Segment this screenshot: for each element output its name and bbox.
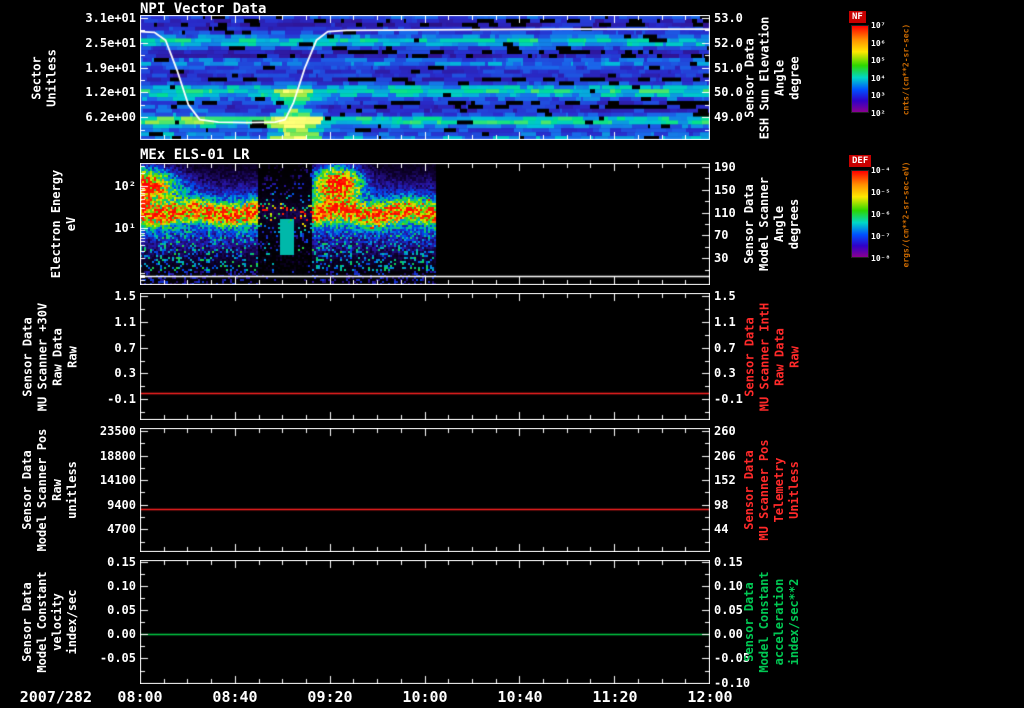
- panel5-left-axis-title-line: Sensor Data: [20, 582, 34, 662]
- panel4-left-axis-title-line: Sensor Data: [20, 450, 34, 530]
- panel4-left-axis-title-line: Model Scanner Pos: [35, 428, 49, 552]
- panel5-left-axis-title-line: index/sec: [65, 589, 79, 655]
- panel3-left-axis-title-line: Sensor Data: [20, 316, 34, 397]
- panel4-left-axis-title-line: unitless: [65, 461, 79, 519]
- panel1-left-axis-title: Sector Unitless: [29, 15, 59, 140]
- panel5-right-axis-title-line: acceleration: [772, 578, 786, 666]
- panel1-right-axis-title-line: ESH Sun Elevation: [757, 16, 771, 139]
- def-colorbar-tick-label: 10⁻⁴: [871, 166, 891, 175]
- x-tick-label: 10:40: [497, 688, 543, 706]
- panel5-right-axis-title-line: Sensor Data: [742, 582, 756, 662]
- panel2-right-axis-title-line: Model Scanner: [757, 177, 771, 271]
- panel4-left-axis-title-line: Raw: [50, 479, 64, 501]
- panel5-right-axis-title: Sensor Data Model Constant acceleration ind…: [742, 560, 802, 684]
- panel5-left-axis-title-line: Model Constant: [35, 571, 49, 673]
- panel1-right-axis-title: Sensor Data ESH Sun Elevation Angle degree: [742, 15, 802, 140]
- panel3-left-axis-title-line: Raw Data: [50, 327, 64, 386]
- def-colorbar-unit-label: ergs/(cm**2-sr-sec-eV): [901, 129, 912, 299]
- npi-spectrogram-canvas: [140, 15, 710, 140]
- panel5-left-axis-title-line: velocity: [50, 593, 64, 651]
- nf-colorbar-title: NF: [849, 11, 866, 23]
- model-constant-plot-canvas: [140, 560, 710, 684]
- panel4-right-axis-title: Sensor Data MU Scanner Pos Telemetry Unitle…: [742, 428, 802, 552]
- els-spectrogram-canvas: [140, 163, 710, 285]
- def-colorbar-tick-label: 10⁻⁷: [871, 232, 891, 241]
- panel3-right-axis-title-line: Sensor Data: [742, 316, 756, 397]
- panel2-right-axis-title: Sensor Data Model Scanner Angle degrees: [742, 163, 802, 285]
- science-multipanel-plot: NPI Vector Data MEx ELS-01 LR NF DEF 200…: [0, 0, 1024, 708]
- x-axis-date-label: 2007/282: [19, 688, 92, 706]
- panel4-right-axis-title-line: Telemetry: [772, 457, 786, 523]
- mu-scanner-30v-plot-canvas: [140, 293, 710, 420]
- def-colorbar-tick-label: 10⁻⁶: [871, 210, 891, 219]
- nf-colorbar-tick-label: 10⁶: [871, 38, 886, 48]
- panel1-left-tick-label: 2.5e+01: [85, 35, 136, 50]
- panel3-right-axis-title-line: MU Scanner IntH: [757, 302, 771, 411]
- panel3-right-axis-title-line: Raw: [787, 345, 801, 368]
- panel3-right-axis-title: Sensor Data MU Scanner IntH Raw Data Raw: [742, 293, 802, 420]
- panel3-right-axis-title-line: Raw Data: [772, 327, 786, 386]
- nf-colorbar-tick-label: 10⁷: [871, 21, 886, 30]
- nf-colorbar-tick-label: 10⁵: [871, 56, 886, 66]
- def-colorbar-unit-label-line: ergs/(cm**2-sr-sec-eV): [901, 161, 911, 267]
- panel1-left-axis-title-line: Unitless: [44, 48, 58, 107]
- panel2-right-axis-title-line: Angle: [772, 205, 786, 243]
- x-tick-label: 08:40: [212, 688, 258, 706]
- def-colorbar: [851, 170, 869, 258]
- panel1-right-axis-title-line: Angle: [772, 59, 786, 96]
- panel2-left-axis-title-line: Electron Energy: [49, 169, 63, 279]
- panel4-left-axis-title: Sensor Data Model Scanner Pos Raw unitless: [20, 428, 80, 552]
- panel1-left-tick-label: 1.2e+01: [85, 85, 136, 100]
- panel1-left-tick-label: 1.9e+01: [85, 60, 136, 75]
- panel3-left-axis-title-line: Raw: [65, 345, 79, 368]
- nf-colorbar-tick-label: 10⁴: [871, 73, 886, 83]
- panel3-left-axis-title-line: MU Scanner +30V: [35, 302, 49, 411]
- panel2-left-axis-title: Electron Energy eV: [49, 163, 79, 285]
- x-tick-label: 09:20: [307, 688, 353, 706]
- panel-title-els: MEx ELS-01 LR: [140, 147, 250, 163]
- panel1-right-axis-title-line: Sensor Data: [742, 37, 756, 118]
- panel5-left-axis-title: Sensor Data Model Constant velocity index/s…: [20, 560, 80, 684]
- panel4-right-axis-title-line: MU Scanner Pos: [757, 439, 771, 541]
- nf-colorbar-tick-label: 10³: [871, 91, 886, 101]
- def-colorbar-title: DEF: [849, 155, 872, 167]
- panel4-right-axis-title-line: Unitless: [787, 461, 801, 519]
- nf-colorbar-tick-label: 10²: [871, 109, 886, 118]
- x-tick-label: 11:20: [592, 688, 638, 706]
- x-tick-label: 10:00: [402, 688, 448, 706]
- panel1-left-axis-title-line: Sector: [29, 55, 43, 100]
- def-colorbar-tick-label: 10⁻⁸: [871, 254, 891, 263]
- x-tick-label: 08:00: [117, 688, 163, 706]
- panel2-right-axis-title-line: degrees: [787, 198, 801, 250]
- scanner-pos-plot-canvas: [140, 428, 710, 552]
- panel5-right-axis-title-line: Model Constant: [757, 571, 771, 673]
- panel2-right-axis-title-line: Sensor Data: [742, 184, 756, 264]
- panel5-right-axis-title-line: index/sec**2: [787, 578, 801, 666]
- panel1-left-tick-label: 3.1e+01: [85, 10, 136, 25]
- panel4-right-axis-title-line: Sensor Data: [742, 450, 756, 530]
- def-colorbar-tick-label: 10⁻⁵: [871, 188, 891, 197]
- nf-colorbar: [851, 25, 869, 113]
- panel1-right-axis-title-line: degree: [787, 55, 801, 100]
- x-tick-label: 12:00: [687, 688, 733, 706]
- panel2-left-axis-title-line: eV: [64, 216, 78, 232]
- panel1-left-tick-label: 6.2e+00: [85, 110, 136, 125]
- panel3-left-axis-title: Sensor Data MU Scanner +30V Raw Data Raw: [20, 293, 80, 420]
